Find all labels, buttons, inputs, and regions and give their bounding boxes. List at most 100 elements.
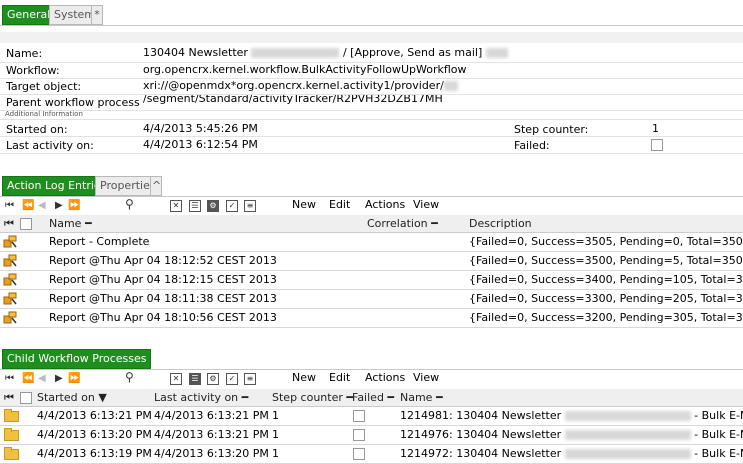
col-started-on[interactable]: Started on ▼ [37, 391, 107, 404]
search-icon[interactable]: ⚲ [125, 371, 134, 383]
col-last-activity-on[interactable]: Last activity on ━ [154, 391, 248, 404]
list-icon[interactable]: ≡ [244, 200, 256, 212]
col-name[interactable]: Name ━ [49, 217, 92, 230]
child-toolbar: ⏮ ⏪ ◀ ▶ ⏩ ⚲ ✕ ☰ ⚙ ✓ ≡ New Edit Actions V… [0, 370, 743, 388]
child-failed-checkbox[interactable] [353, 448, 365, 460]
select-all-checkbox[interactable] [20, 392, 32, 404]
top-tabbar: General System * [0, 2, 743, 26]
child-name: 1214976: 130404 Newsletter - Bulk E-Mail [400, 428, 743, 441]
clear-filter-icon[interactable]: ✕ [170, 373, 182, 385]
clear-filter-icon[interactable]: ✕ [170, 200, 182, 212]
menu-new[interactable]: New [292, 198, 316, 211]
log-name: Report @Thu Apr 04 18:11:38 CEST 2013 [49, 292, 277, 305]
prev-fast-icon[interactable]: ⏪ [22, 200, 34, 212]
next-page-icon[interactable]: ▶ [55, 200, 63, 212]
prev-page-icon[interactable]: ◀ [38, 373, 46, 385]
menu-actions[interactable]: Actions [365, 371, 405, 384]
child-last-activity: 4/4/2013 6:13:21 PM [154, 409, 269, 422]
child-failed-checkbox[interactable] [353, 410, 365, 422]
log-description: {Failed=0, Success=3505, Pending=0, Tota… [469, 235, 743, 248]
started-on-value: 4/4/2013 5:45:26 PM [143, 122, 258, 135]
form-header-bar [0, 32, 743, 43]
col-name[interactable]: Name ━ [400, 391, 443, 404]
tab-child-workflow-processes[interactable]: Child Workflow Processes [2, 349, 152, 369]
tab-general[interactable]: General [2, 5, 56, 25]
first-page-icon[interactable]: ⏮ [5, 373, 14, 385]
name-label: Name: [6, 47, 43, 60]
table-row[interactable]: Report @Thu Apr 04 18:10:56 CEST 2013 {F… [0, 308, 743, 328]
gear-icon[interactable]: ⚙ [207, 373, 219, 385]
log-description: {Failed=0, Success=3200, Pending=305, To… [469, 311, 743, 324]
failed-label: Failed: [514, 139, 550, 152]
name-value-b: / [Approve, Send as mail] [342, 46, 483, 59]
child-last-activity: 4/4/2013 6:13:21 PM [154, 428, 269, 441]
child-name: 1214981: 130404 Newsletter - Bulk E-Mail [400, 409, 743, 422]
target-label: Target object: [6, 80, 82, 93]
next-fast-icon[interactable]: ⏩ [68, 373, 80, 385]
menu-view[interactable]: View [413, 198, 439, 211]
tab-more[interactable]: * [91, 5, 103, 25]
child-tabbar: Child Workflow Processes [0, 346, 743, 370]
search-icon[interactable]: ⚲ [125, 198, 134, 210]
log-tabbar: Action Log Entries Properties ^ [0, 173, 743, 197]
col-description[interactable]: Description [469, 217, 532, 230]
columns-icon[interactable]: ☰ [189, 200, 201, 212]
col-step-counter[interactable]: Step counter ━ [272, 391, 353, 404]
menu-view[interactable]: View [413, 371, 439, 384]
expand-all-icon[interactable]: ⏮ [4, 391, 14, 405]
list-icon[interactable]: ≡ [244, 373, 256, 385]
workflow-label: Workflow: [6, 64, 60, 77]
col-correlation[interactable]: Correlation ━ [367, 217, 438, 230]
check-icon[interactable]: ✓ [226, 373, 238, 385]
log-name: Report @Thu Apr 04 18:12:15 CEST 2013 [49, 273, 277, 286]
columns-icon[interactable]: ☰ [189, 373, 201, 385]
child-grid-header: ⏮ Started on ▼ Last activity on ━ Step c… [0, 389, 743, 407]
select-all-checkbox[interactable] [20, 218, 32, 230]
table-row[interactable]: 4/4/2013 6:13:20 PM 4/4/2013 6:13:21 PM … [0, 425, 743, 445]
last-activity-label: Last activity on: [6, 139, 94, 152]
workflow-report-icon [3, 254, 17, 267]
child-failed-checkbox[interactable] [353, 429, 365, 441]
expand-all-icon[interactable]: ⏮ [4, 217, 14, 231]
menu-actions[interactable]: Actions [365, 198, 405, 211]
workflow-report-icon [3, 235, 17, 248]
next-fast-icon[interactable]: ⏩ [68, 200, 80, 212]
last-activity-value: 4/4/2013 6:12:54 PM [143, 138, 258, 151]
step-counter-label: Step counter: [514, 123, 589, 136]
table-row[interactable]: Report - Complete {Failed=0, Success=350… [0, 232, 743, 252]
menu-new[interactable]: New [292, 371, 316, 384]
first-page-icon[interactable]: ⏮ [5, 200, 14, 212]
gear-icon[interactable]: ⚙ [207, 200, 219, 212]
child-step: 1 [272, 447, 279, 460]
table-row[interactable]: Report @Thu Apr 04 18:12:15 CEST 2013 {F… [0, 270, 743, 290]
folder-icon [4, 409, 19, 422]
prev-fast-icon[interactable]: ⏪ [22, 373, 34, 385]
log-toolbar: ⏮ ⏪ ◀ ▶ ⏩ ⚲ ✕ ☰ ⚙ ✓ ≡ New Edit Actions V… [0, 197, 743, 215]
workflow-report-icon [3, 292, 17, 305]
child-started: 4/4/2013 6:13:19 PM [37, 447, 152, 460]
target-value[interactable]: xri://@openmdx*org.opencrx.kernel.activi… [143, 79, 743, 105]
prev-page-icon[interactable]: ◀ [38, 200, 46, 212]
menu-edit[interactable]: Edit [329, 371, 350, 384]
table-row[interactable]: Report @Thu Apr 04 18:11:38 CEST 2013 {F… [0, 289, 743, 309]
failed-checkbox[interactable] [651, 139, 663, 151]
workflow-report-icon [3, 273, 17, 286]
tab-collapse[interactable]: ^ [150, 176, 162, 196]
col-failed[interactable]: Failed ━ [352, 391, 394, 404]
next-page-icon[interactable]: ▶ [55, 373, 63, 385]
menu-edit[interactable]: Edit [329, 198, 350, 211]
table-row[interactable]: Report @Thu Apr 04 18:12:52 CEST 2013 {F… [0, 251, 743, 271]
child-step: 1 [272, 428, 279, 441]
child-started: 4/4/2013 6:13:21 PM [37, 409, 152, 422]
target-value-a: xri://@openmdx*org.opencrx.kernel.activi… [143, 79, 444, 92]
log-name: Report - Complete [49, 235, 150, 248]
child-last-activity: 4/4/2013 6:13:20 PM [154, 447, 269, 460]
name-value-a: 130404 Newsletter [143, 46, 248, 59]
child-started: 4/4/2013 6:13:20 PM [37, 428, 152, 441]
parent-workflow-label: Parent workflow process [6, 96, 140, 109]
additional-info-heading: Additional Information [5, 110, 83, 118]
table-row[interactable]: 4/4/2013 6:13:19 PM 4/4/2013 6:13:20 PM … [0, 444, 743, 464]
started-on-label: Started on: [6, 123, 68, 136]
table-row[interactable]: 4/4/2013 6:13:21 PM 4/4/2013 6:13:21 PM … [0, 406, 743, 426]
check-icon[interactable]: ✓ [226, 200, 238, 212]
